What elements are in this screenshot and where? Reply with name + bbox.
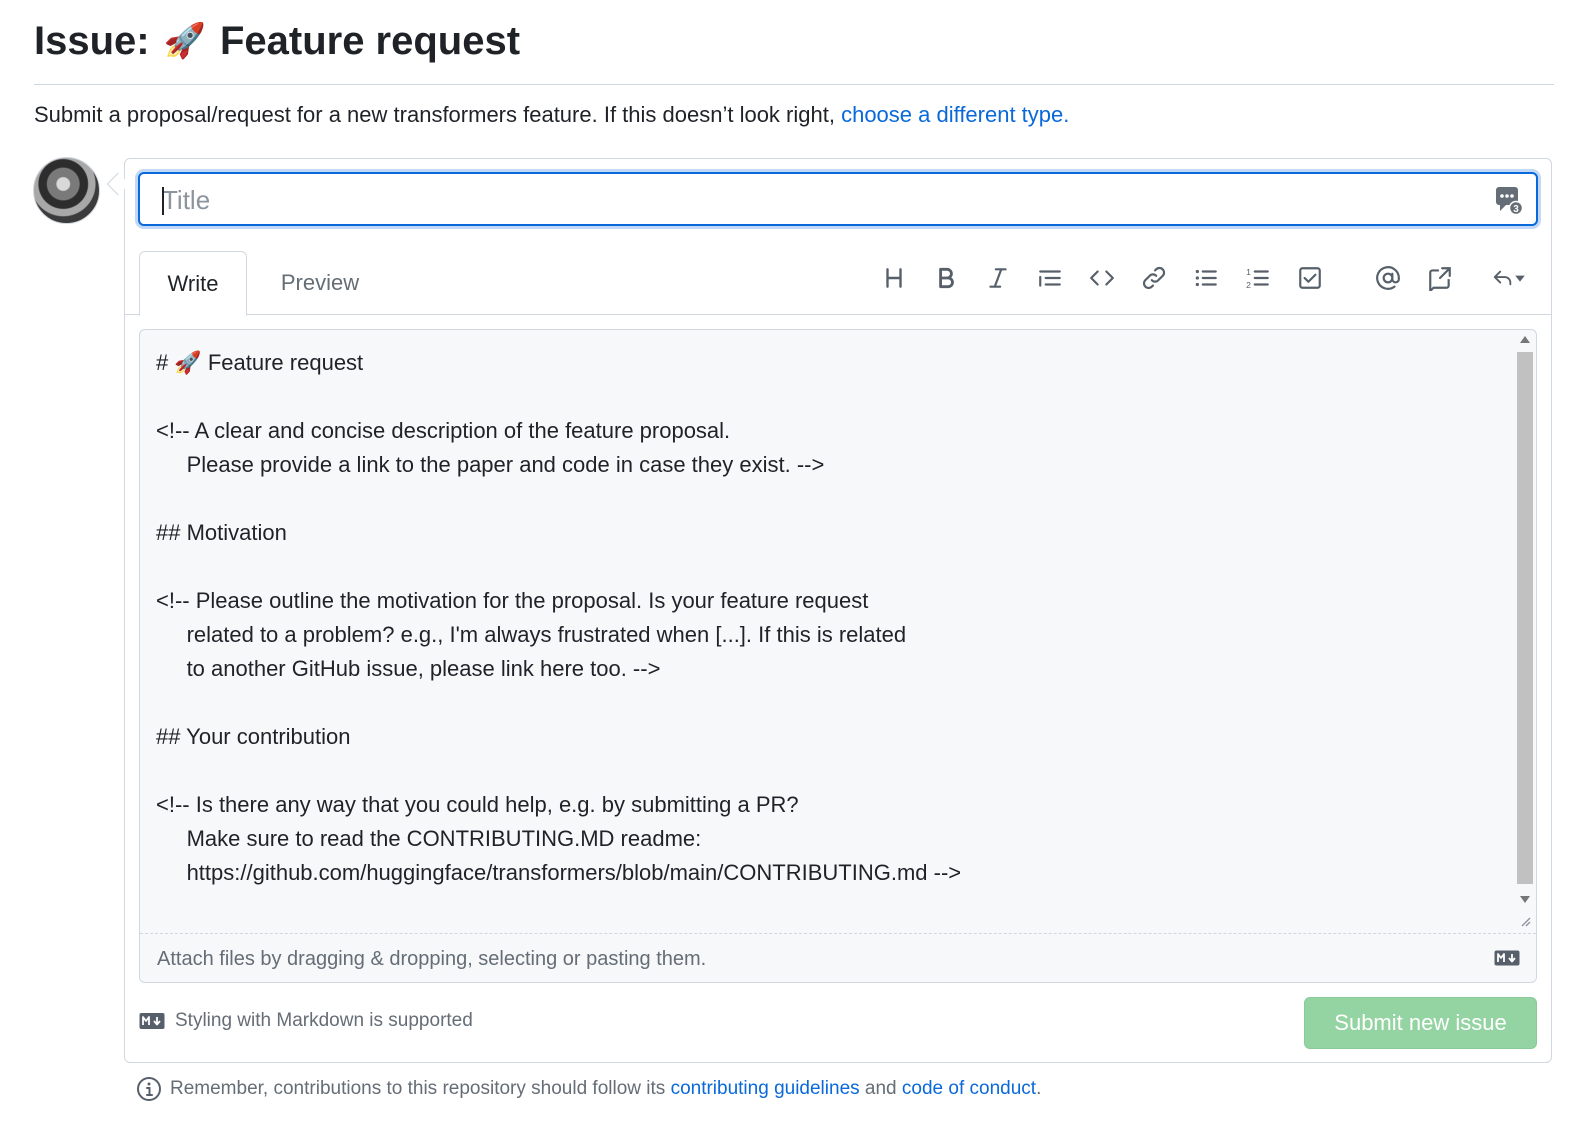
file-attachment-bar[interactable]: Attach files by dragging & dropping, sel… <box>140 933 1536 982</box>
markdown-support-text: Styling with Markdown is supported <box>175 1010 473 1031</box>
quote-icon <box>1039 270 1061 287</box>
mention-icon <box>1376 266 1400 290</box>
code-of-conduct-link[interactable]: code of conduct <box>902 1078 1036 1099</box>
contributing-guidelines-link[interactable]: contributing guidelines <box>671 1078 860 1099</box>
italic-icon <box>989 268 1007 288</box>
scroll-up-arrow-icon[interactable] <box>1520 336 1530 343</box>
page-title: Issue: 🚀 Feature request <box>34 16 520 66</box>
bold-button[interactable] <box>926 258 966 298</box>
saved-replies-icon[interactable]: 3 <box>1494 184 1524 216</box>
task-list-icon <box>1299 267 1321 289</box>
unordered-list-button[interactable] <box>1186 258 1226 298</box>
task-list-button[interactable] <box>1290 258 1330 298</box>
reply-icon <box>1493 270 1512 286</box>
title-divider <box>34 84 1554 85</box>
attach-files-text: Attach files by dragging & dropping, sel… <box>157 948 707 970</box>
title-input[interactable] <box>154 180 1454 220</box>
svg-text:1: 1 <box>1246 267 1251 277</box>
ordered-list-button[interactable]: 12 <box>1238 258 1278 298</box>
title-prefix: Issue: <box>34 19 150 63</box>
reminder-and-text: and <box>864 1078 897 1099</box>
scroll-thumb[interactable] <box>1517 352 1533 884</box>
editor-scrollbar[interactable] <box>1516 332 1534 912</box>
heading-icon <box>886 268 902 288</box>
reminder-period: . <box>1036 1078 1042 1099</box>
tab-write[interactable]: Write <box>139 251 247 316</box>
comment-body-editor: Attach files by dragging & dropping, sel… <box>139 329 1537 983</box>
markdown-icon <box>1494 950 1520 966</box>
italic-button[interactable] <box>978 258 1018 298</box>
unordered-list-icon <box>1195 269 1217 287</box>
reference-button[interactable] <box>1420 258 1460 298</box>
quote-button[interactable] <box>1030 258 1070 298</box>
svg-text:3: 3 <box>1513 204 1519 215</box>
text-caret <box>162 187 164 215</box>
resize-handle-icon[interactable] <box>1516 912 1532 928</box>
avatar[interactable] <box>33 157 100 224</box>
bold-icon <box>939 267 954 289</box>
svg-text:2: 2 <box>1246 280 1251 290</box>
editor-tabs: Write Preview <box>125 251 1551 316</box>
scroll-down-arrow-icon[interactable] <box>1520 896 1530 903</box>
code-button[interactable] <box>1082 258 1122 298</box>
saved-replies-button[interactable] <box>1484 258 1534 298</box>
submit-new-issue-button[interactable]: Submit new issue <box>1304 997 1537 1049</box>
issue-template-description: Submit a proposal/request for a new tran… <box>34 100 1069 130</box>
reminder-text: Remember, contributions to this reposito… <box>170 1078 666 1099</box>
info-icon <box>137 1077 161 1101</box>
subtitle-text: Submit a proposal/request for a new tran… <box>34 102 835 127</box>
code-icon <box>1090 270 1114 286</box>
title-field[interactable]: 3 <box>138 172 1538 226</box>
markdown-icon <box>139 1013 165 1029</box>
ordered-list-icon: 12 <box>1246 267 1269 290</box>
tab-preview[interactable]: Preview <box>265 251 375 316</box>
link-button[interactable] <box>1134 258 1174 298</box>
mention-button[interactable] <box>1368 258 1408 298</box>
rocket-emoji: 🚀 <box>163 22 206 60</box>
title-text: Feature request <box>219 19 521 63</box>
contribution-reminder: Remember, contributions to this reposito… <box>136 1076 1041 1102</box>
link-icon <box>1142 266 1166 290</box>
chevron-down-icon <box>1515 275 1525 282</box>
markdown-support-link[interactable]: Styling with Markdown is supported <box>139 1010 473 1032</box>
choose-different-type-link[interactable]: choose a different type. <box>841 102 1069 127</box>
heading-button[interactable] <box>874 258 914 298</box>
reference-icon <box>1429 267 1451 291</box>
body-textarea[interactable] <box>154 344 1514 924</box>
